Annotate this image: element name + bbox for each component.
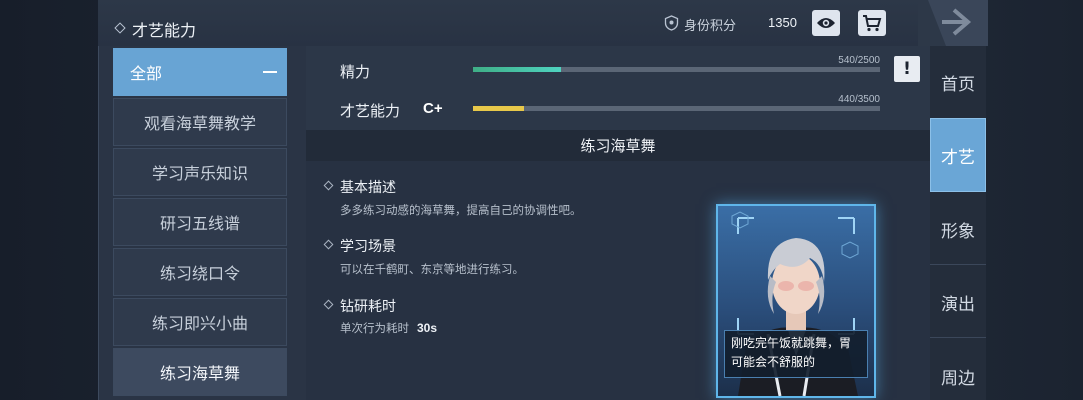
time-row: 单次行为耗时 30s: [340, 320, 437, 336]
category-item-label: 练习海草舞: [159, 364, 240, 383]
arrow-right-icon: [928, 0, 988, 46]
next-button[interactable]: [918, 0, 988, 46]
energy-label: 精力: [340, 63, 371, 81]
character-quote: 刚吃完午饭就跳舞，胃可能会不舒服的: [724, 330, 868, 378]
category-item[interactable]: 研习五线谱: [113, 198, 287, 246]
category-item[interactable]: 练习绕口令: [113, 248, 287, 296]
category-item[interactable]: 学习声乐知识: [113, 148, 287, 196]
time-label: 单次行为耗时: [340, 321, 409, 335]
nav-divider: [930, 264, 986, 265]
nav-divider: [930, 337, 986, 338]
eye-icon: [817, 18, 835, 28]
category-item-label: 研习五线谱: [159, 214, 240, 233]
cart-icon: [863, 15, 882, 32]
nav-label: 形象: [941, 221, 975, 242]
view-button[interactable]: [812, 10, 840, 36]
energy-bar: 540/2500: [473, 55, 880, 72]
section-title: 钻研耗时: [340, 299, 396, 315]
category-item-label: 观看海草舞教学: [143, 114, 256, 133]
nav-image[interactable]: 形象: [930, 205, 986, 253]
energy-bar-fill: [473, 67, 561, 72]
score-value: 1350: [768, 15, 797, 30]
info-button[interactable]: !: [894, 56, 920, 82]
section-title: 学习场景: [340, 239, 396, 255]
nav-performance[interactable]: 演出: [930, 278, 986, 326]
category-item-label: 练习绕口令: [159, 264, 240, 283]
header-bar: [98, 0, 930, 46]
category-all[interactable]: 全部: [113, 48, 287, 96]
category-item-selected[interactable]: 练习海草舞: [113, 348, 287, 396]
detail-title: 练习海草舞: [306, 130, 930, 161]
exclamation-icon: !: [903, 59, 911, 79]
page-title: 才艺能力: [132, 21, 197, 40]
talent-bar: 440/3500: [473, 94, 880, 111]
category-item-label: 练习即兴小曲: [151, 314, 248, 333]
section-title: 基本描述: [340, 180, 396, 196]
nav-label: 才艺: [941, 147, 975, 168]
score-label: 身份积分: [684, 19, 737, 34]
shop-button[interactable]: [858, 10, 886, 36]
talent-label: 才艺能力: [340, 102, 401, 120]
talent-grade: C+: [423, 100, 443, 117]
nav-home[interactable]: 首页: [930, 58, 986, 106]
nav-talent[interactable]: 才艺: [930, 118, 986, 192]
category-item-label: 学习声乐知识: [151, 164, 248, 183]
nav-merch[interactable]: 周边: [930, 352, 986, 400]
talent-bar-fill: [473, 106, 525, 111]
shield-icon: [664, 15, 679, 31]
section-text: 多多练习动感的海草舞，提高自己的协调性吧。: [340, 203, 582, 217]
time-value: 30s: [417, 321, 438, 335]
nav-label: 演出: [941, 294, 975, 315]
nav-label: 周边: [941, 368, 975, 389]
category-item[interactable]: 观看海草舞教学: [113, 98, 287, 146]
section-text: 可以在千鹤町、东京等地进行练习。: [340, 262, 524, 276]
category-all-label: 全部: [130, 64, 163, 83]
talent-value: 440/3500: [838, 94, 880, 105]
collapse-icon: [263, 71, 277, 73]
category-item[interactable]: 练习即兴小曲: [113, 298, 287, 346]
app-root: 才艺能力 身份积分 1350 全部 观看海草舞教学 学习声乐知识 研习五线谱 练…: [0, 0, 1083, 400]
nav-label: 首页: [941, 74, 975, 95]
energy-value: 540/2500: [838, 55, 880, 66]
